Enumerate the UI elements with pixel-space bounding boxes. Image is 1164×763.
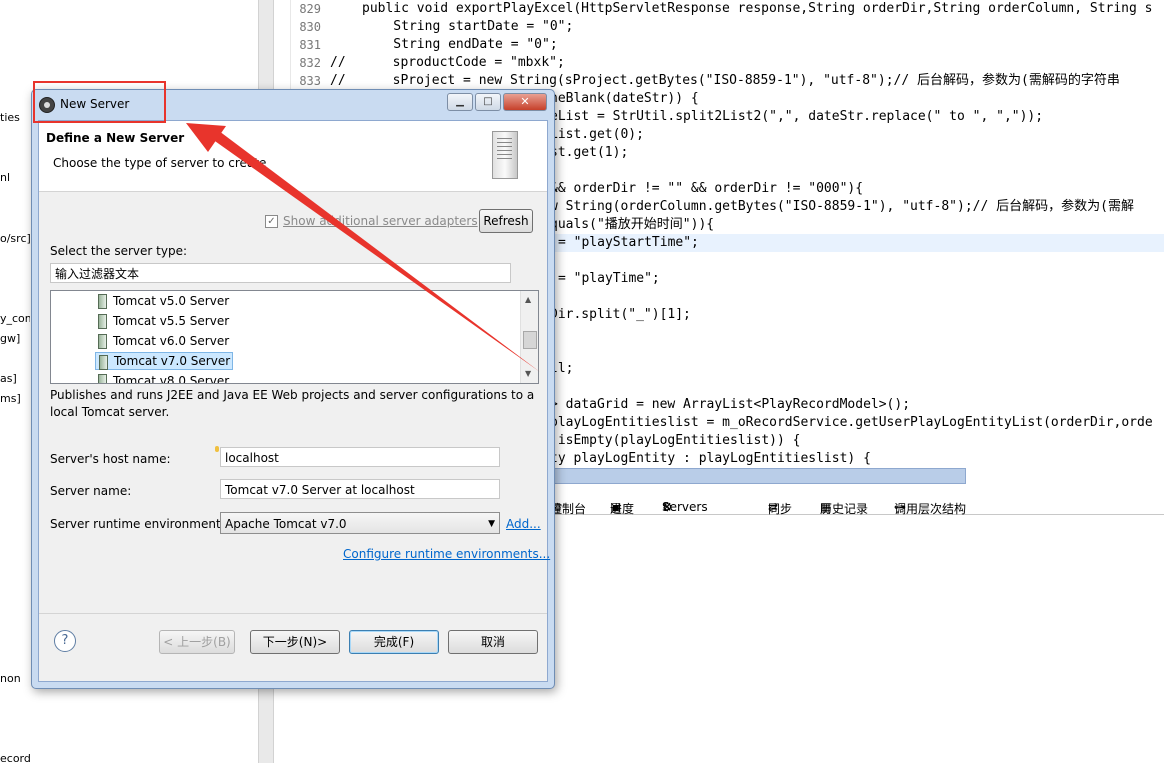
arrow-shaft (205, 125, 540, 372)
annotation-arrow (186, 123, 540, 372)
